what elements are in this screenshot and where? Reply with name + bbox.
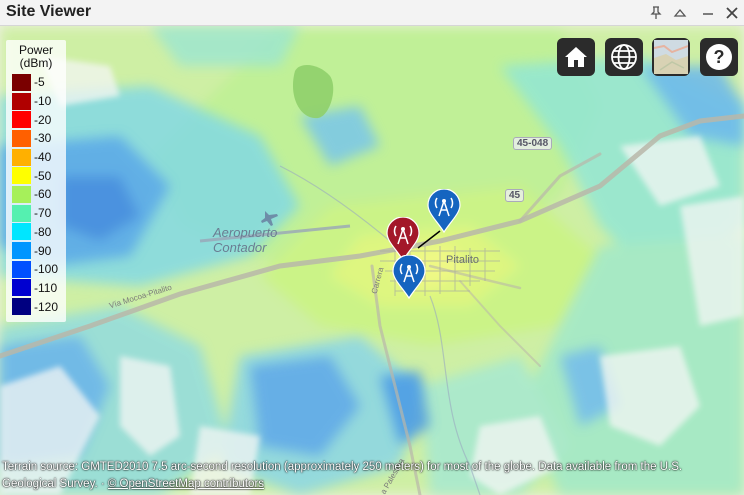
- legend-row: -50: [12, 166, 66, 185]
- home-button[interactable]: [557, 38, 595, 76]
- home-icon: [565, 47, 587, 67]
- legend-label: -120: [34, 299, 59, 314]
- legend-row: -90: [12, 241, 66, 260]
- legend-swatch: [12, 242, 31, 260]
- map-view[interactable]: Aeropuerto Contador Pitalito 45-048 45 V…: [0, 26, 744, 495]
- legend-label: -40: [34, 150, 52, 165]
- svg-text:?: ?: [714, 47, 725, 67]
- pin-icon[interactable]: [646, 3, 666, 23]
- legend-swatch: [12, 223, 31, 241]
- legend-label: -10: [34, 94, 52, 109]
- legend-swatch: [12, 298, 31, 316]
- town-label: Pitalito: [446, 254, 480, 266]
- road-shield-45-048: 45-048: [513, 137, 553, 150]
- tower-icon: [392, 254, 426, 300]
- road-shield-45: 45: [505, 189, 525, 202]
- legend-swatch: [12, 148, 31, 166]
- legend-label: -60: [34, 187, 52, 202]
- legend-label: -100: [34, 262, 59, 277]
- legend-label: -80: [34, 224, 52, 239]
- legend-swatch: [12, 204, 31, 222]
- legend-row: -5: [12, 73, 66, 92]
- power-legend: Power (dBm) -5 -10 -20 -30 -40 -50 -60 -70 -80 -9…: [6, 40, 66, 322]
- title-bar: Site Viewer: [0, 0, 744, 26]
- legend-swatch: [12, 167, 31, 185]
- airport-label: Aeropuerto Contador: [213, 225, 278, 255]
- legend-row: -40: [12, 148, 66, 167]
- legend-swatch: [12, 260, 31, 278]
- globe-icon: [611, 44, 637, 70]
- attribution-text: Terrain source: GMTED2010 7.5 arc-second…: [2, 461, 683, 473]
- attribution-text-2: Geological Survey. ·: [2, 478, 108, 490]
- legend-row: -80: [12, 223, 66, 242]
- legend-label: -30: [34, 131, 52, 146]
- legend-row: -20: [12, 110, 66, 129]
- legend-row: -110: [12, 279, 66, 298]
- osm-link[interactable]: © OpenStreetMap contributors: [108, 478, 264, 490]
- collapse-icon[interactable]: [670, 3, 690, 23]
- legend-row: -100: [12, 260, 66, 279]
- legend-swatch: [12, 185, 31, 203]
- help-button[interactable]: ?: [700, 38, 738, 76]
- legend-row: -10: [12, 92, 66, 111]
- help-icon: ?: [706, 44, 732, 70]
- satellite-icon: [654, 40, 688, 74]
- legend-row: -60: [12, 185, 66, 204]
- minimize-icon[interactable]: [698, 3, 718, 23]
- receiver-site-pin-2[interactable]: [392, 254, 426, 300]
- legend-label: -90: [34, 243, 52, 258]
- legend-title: Power (dBm): [18, 43, 53, 70]
- tower-icon: [427, 188, 461, 234]
- legend-row: -70: [12, 204, 66, 223]
- legend-swatch: [12, 111, 31, 129]
- legend-label: -70: [34, 206, 52, 221]
- legend-label: -20: [34, 112, 52, 127]
- globe-button[interactable]: [605, 38, 643, 76]
- basemap-button[interactable]: [652, 38, 690, 76]
- close-icon[interactable]: [722, 3, 742, 23]
- receiver-site-pin-1[interactable]: [427, 188, 461, 234]
- coverage-map: [0, 26, 744, 495]
- legend-swatch: [12, 129, 31, 147]
- legend-label: -5: [34, 75, 45, 90]
- window-title: Site Viewer: [6, 3, 92, 20]
- legend-label: -50: [34, 168, 52, 183]
- legend-swatch: [12, 73, 31, 91]
- legend-swatch: [12, 92, 31, 110]
- legend-row: -30: [12, 129, 66, 148]
- map-attribution: Terrain source: GMTED2010 7.5 arc-second…: [2, 459, 742, 493]
- legend-swatch: [12, 279, 31, 297]
- legend-row: -120: [12, 297, 66, 316]
- legend-label: -110: [34, 280, 58, 295]
